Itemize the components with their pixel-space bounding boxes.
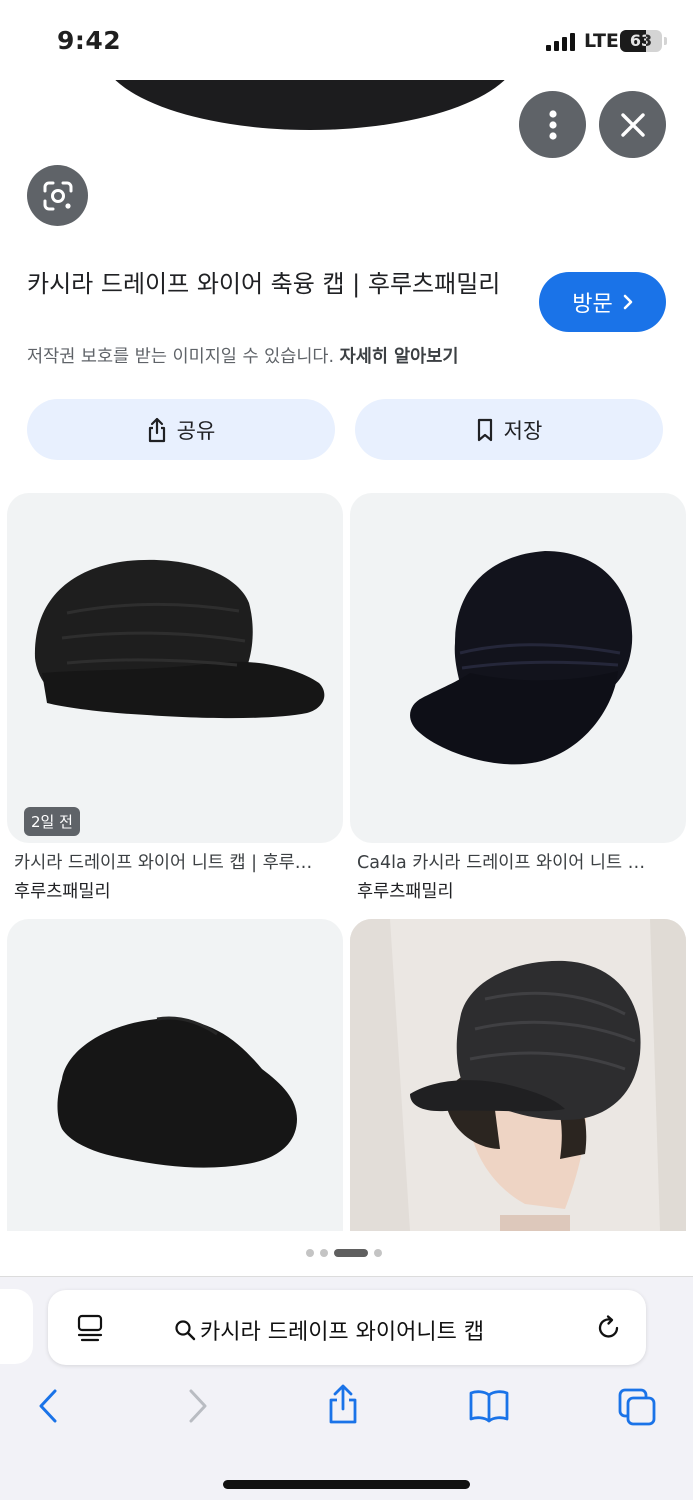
- result-image-4[interactable]: [350, 919, 686, 1231]
- result-title-1[interactable]: 카시라 드레이프 와이어 니트 캡 | 후루…: [14, 849, 334, 874]
- page-dot: [374, 1249, 382, 1257]
- result-image-2[interactable]: [350, 493, 686, 843]
- copyright-notice: 저작권 보호를 받는 이미지일 수 있습니다. 자세히 알아보기: [27, 343, 458, 368]
- visit-label: 방문: [572, 292, 613, 317]
- reload-icon[interactable]: [595, 1314, 623, 1342]
- result-image-1[interactable]: [7, 493, 343, 843]
- page-dot: [320, 1249, 328, 1257]
- page-dot: [306, 1249, 314, 1257]
- page-indicator: [306, 1249, 382, 1257]
- home-indicator: [223, 1480, 470, 1489]
- hat-photo-3: [57, 1016, 297, 1168]
- share-icon: [148, 417, 165, 442]
- signal-icon: [546, 33, 575, 51]
- close-icon: [620, 112, 645, 137]
- previous-tab-peek[interactable]: [0, 1289, 33, 1364]
- result-title[interactable]: 카시라 드레이프 와이어 축융 캡 | 후루츠패밀리: [27, 268, 507, 301]
- hat-image-crop: [100, 80, 520, 130]
- share-label: 공유: [176, 418, 216, 443]
- battery-tip: [664, 37, 667, 45]
- result-image-3[interactable]: [7, 919, 343, 1231]
- share-icon[interactable]: [326, 1383, 360, 1425]
- save-label: 저장: [503, 418, 543, 443]
- page-dot-active: [334, 1249, 368, 1257]
- bookmark-icon: [477, 418, 492, 441]
- hat-photo-2: [410, 551, 633, 765]
- google-lens-icon: [43, 181, 72, 210]
- hat-photo-4: [350, 919, 686, 1231]
- status-bar: 9:42 LTE 63: [0, 0, 693, 80]
- bookmarks-icon[interactable]: [468, 1389, 510, 1423]
- address-query[interactable]: 카시라 드레이프 와이어니트 캡: [174, 1314, 484, 1346]
- save-button[interactable]: 저장: [355, 399, 663, 460]
- close-button[interactable]: [599, 91, 666, 158]
- address-bar[interactable]: 카시라 드레이프 와이어니트 캡: [48, 1290, 646, 1365]
- more-vert-icon: [548, 109, 557, 140]
- visit-button[interactable]: 방문: [539, 272, 666, 332]
- network-type: LTE: [584, 30, 619, 52]
- tabs-icon[interactable]: [617, 1387, 657, 1427]
- main-image[interactable]: [0, 80, 693, 250]
- age-badge: 2일 전: [24, 807, 80, 836]
- reader-icon[interactable]: [76, 1313, 106, 1343]
- status-time: 9:42: [57, 26, 122, 55]
- result-title-2[interactable]: Ca4la 카시라 드레이프 와이어 니트 …: [357, 849, 677, 874]
- battery-level: 63: [629, 31, 653, 50]
- lens-search-button[interactable]: [27, 165, 88, 226]
- result-source-1[interactable]: 후루츠패밀리: [14, 878, 111, 903]
- address-query-text: 카시라 드레이프 와이어니트 캡: [200, 1320, 485, 1345]
- battery-icon: 63: [620, 30, 662, 52]
- copyright-text: 저작권 보호를 받는 이미지일 수 있습니다.: [27, 347, 335, 367]
- share-button[interactable]: 공유: [27, 399, 335, 460]
- hat-photo-1: [34, 559, 325, 719]
- result-source-2[interactable]: 후루츠패밀리: [357, 878, 454, 903]
- browser-toolbar: 카시라 드레이프 와이어니트 캡: [0, 1276, 693, 1500]
- forward-icon[interactable]: [186, 1387, 210, 1425]
- chevron-right-icon: [623, 294, 633, 310]
- back-icon[interactable]: [36, 1387, 60, 1425]
- more-options-button[interactable]: [519, 91, 586, 158]
- learn-more-link[interactable]: 자세히 알아보기: [340, 347, 459, 367]
- search-icon: [175, 1320, 196, 1341]
